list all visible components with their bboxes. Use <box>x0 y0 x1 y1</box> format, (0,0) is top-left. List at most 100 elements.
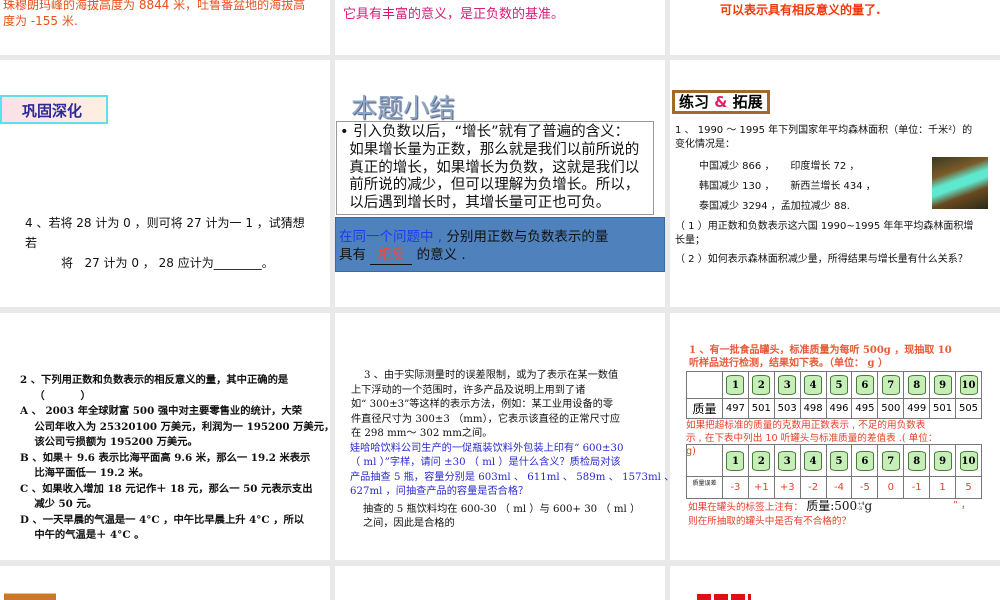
table-cell: -1 <box>903 476 931 499</box>
title-part: 练习 <box>679 93 710 111</box>
table-cell: 1 <box>929 476 957 499</box>
slide-thumbnail-6[interactable]: 练习 & 拓展 1 、 1990 ～ 1995 年下列国家年平均森林面积（单位：… <box>670 60 1000 307</box>
text-line: 产品抽查 5 瓶，容量分别是 603ml 、 611ml 、 589m 、 15… <box>350 471 675 483</box>
answer-blank: 相反 <box>370 246 413 265</box>
text-line: 比海平面低一 19.2 米。 <box>20 467 149 479</box>
slide-thumbnail-10[interactable] <box>0 566 330 600</box>
list-item: 韩国减少 130 ， 新西兰增长 434 ， <box>699 181 876 192</box>
table-cell: 496 <box>825 398 853 419</box>
table-cell: -2 <box>799 476 827 499</box>
slide-thumbnail-3[interactable]: 可以表示具有相反意义的量了. <box>670 0 1000 55</box>
text-line: 1 、 1990 ～ 1995 年下列国家年平均森林面积（单位：千米²）的 <box>675 125 973 136</box>
can-icon: 5 <box>825 371 853 399</box>
can-icon: 8 <box>903 444 931 477</box>
text-span: 具有 <box>339 247 366 263</box>
text-line: C 、如果收入增加 18 元记作＋ 18 元，那么一 50 元表示支出 <box>20 482 313 495</box>
table-cell: -3 <box>722 476 749 499</box>
table-cell: -4 <box>825 476 853 499</box>
table-cell: 505 <box>955 398 982 419</box>
text-line: 则在所抽取的罐头中是否有不合格的？ <box>688 516 852 527</box>
error-table: 1 2 3 4 5 6 7 8 9 10 质量误差 -3 +1 +3 -2 -4 -5 0 -1 1 5 <box>686 444 982 499</box>
table-cell: 5 <box>955 476 982 499</box>
table-cell: +1 <box>747 476 775 499</box>
text-line: （ ） <box>20 389 91 402</box>
title-amp: & <box>714 93 728 111</box>
can-icon: 9 <box>929 444 957 477</box>
title-part: 拓展 <box>732 93 763 111</box>
text-line: 长量； <box>675 235 705 246</box>
can-icon: 3 <box>773 371 801 399</box>
text-line: 之间，因此是合格的 <box>363 518 455 529</box>
text-line: 它具有丰富的意义，是正负数的基准。 <box>343 7 565 22</box>
text-line: 上下浮动的一个范围时，许多产品及说明上用到了诸 <box>351 384 586 396</box>
river-image <box>932 157 988 209</box>
list-item: 中国减少 866 ， 印度增长 72 ， <box>699 161 860 172</box>
can-icon: 5 <box>825 444 853 477</box>
title-bar-shape <box>4 593 56 600</box>
can-icon: 4 <box>799 444 827 477</box>
text-line: 前所说的减少，但可以理解为负增长。所以， <box>340 177 640 194</box>
text-line: 在 298 mm～ 302 mm之间。 <box>351 428 493 439</box>
slide-title: 本题小结 <box>351 94 456 124</box>
text-line: 2 、下列用正数和负数表示的相反意义的量，其中正确的是 <box>20 374 289 386</box>
can-icon: 1 <box>722 371 749 399</box>
mass-table: 1 2 3 4 5 6 7 8 9 10 质量 497 501 503 498 496 495 500 499 50… <box>686 371 982 419</box>
table-cell: 497 <box>722 398 749 419</box>
text-line: 减少 50 元。 <box>20 498 98 510</box>
can-icon: 3 <box>773 444 801 477</box>
text-line: A 、 2003 年全球财富 500 强中对主要零售业的统计，大荣 <box>20 405 303 417</box>
text-line: 度为 -155 米. <box>3 14 78 28</box>
text-line: 珠穆朗玛峰的海拔高度为 8844 米，吐鲁番盆地的海拔高 <box>3 0 306 12</box>
row-header: 质量 <box>686 398 723 419</box>
table-cell: 0 <box>877 476 905 499</box>
formula: 质量:500 <box>806 499 858 513</box>
text-span: 如果在罐头的标签上注有： <box>688 502 804 513</box>
text-line: 变化情况是： <box>675 139 735 150</box>
text-line: 公司年收入为 25320100 万美元，利润为一 195200 万美元， <box>20 420 335 433</box>
can-icon: 6 <box>851 371 879 399</box>
section-title: 练习 & 拓展 <box>672 90 770 114</box>
text-line: 4 、若将 28 计为 0 ，则可将 27 计为一 1 ，试猜想 <box>25 216 305 230</box>
text-line: 娃哈哈饮料公司生产的一促瓶装饮料外包装上印有“ 600±30 <box>350 442 624 454</box>
slide-thumbnail-11[interactable] <box>335 566 665 600</box>
table-cell: 501 <box>747 398 775 419</box>
slide-thumbnail-7[interactable]: 2 、下列用正数和负数表示的相反意义的量，其中正确的是 （ ） A 、 2003… <box>0 313 334 560</box>
text-line: 听样品进行检测，结果如下表。（单位： g ） <box>689 358 888 369</box>
can-icon: 2 <box>747 444 775 477</box>
slide-thumbnail-9[interactable]: 1 、有一批食品罐头，标准质量为每听 500g ，现抽取 10 听样品进行检测，… <box>670 313 1000 560</box>
can-icon: 9 <box>929 371 957 399</box>
text-span: 的意义 . <box>416 247 466 263</box>
slide-thumbnail-8[interactable]: 3 、由于实际测量时的误差限制，或为了表示在某一数值 上下浮动的一个范围时，许多… <box>335 313 674 560</box>
text-line: B 、如果＋ 9.6 表示比海平面高 9.6 米，那么一 19.2 米表示 <box>20 451 311 464</box>
can-icon: 10 <box>955 444 982 477</box>
table-cell: 495 <box>851 398 879 419</box>
can-icon: 1 <box>722 444 749 477</box>
text-line: （ ml ）”字样，请问 ±30 （ ml ）是什么含义？质检局对该 <box>350 457 621 468</box>
text-line: D 、一天早晨的气温是一 4°C ，中午比早晨上升 4°C ，所以 <box>20 513 305 526</box>
table-cell: 499 <box>903 398 931 419</box>
text-line: 件直径尺寸为 300±3 （mm），它表示该直径的正常尺寸应 <box>351 413 621 425</box>
text-line: 该公司亏损额为 195200 万美元。 <box>20 436 198 448</box>
slide-thumbnail-1[interactable]: 珠穆朗玛峰的海拔高度为 8844 米，吐鲁番盆地的海拔高 度为 -155 米. <box>0 0 330 55</box>
text-line: （ 1 ）用正数和负数表示这六国 1990~1995 年年平均森林面积增 <box>675 221 974 232</box>
table-cell: 500 <box>877 398 905 419</box>
slide-thumbnail-12[interactable] <box>670 566 1000 600</box>
text-line: 抽查的 5 瓶饮料均在 600-30 （ ml ）与 600+ 30 （ ml … <box>363 503 641 515</box>
text-span: 分别用正数与负数表示的量 <box>442 229 609 245</box>
slide-thumbnail-5[interactable]: 本题小结 • 引入负数以后，“增长”就有了普遍的含义： 如果增长量为正数，那么就… <box>335 60 665 307</box>
can-icon: 7 <box>877 371 905 399</box>
can-icon: 6 <box>851 444 879 477</box>
list-item: 泰国减少 3294 ，孟加拉减少 88. <box>699 201 850 212</box>
can-icon: 4 <box>799 371 827 399</box>
text-line: 如“ 300±3”等这样的表示方法，例如：某工业用设备的零 <box>351 399 614 410</box>
tolerance-lower: -3 <box>857 505 863 512</box>
text-line: 1 、有一批食品罐头，标准质量为每听 500g ，现抽取 10 <box>689 345 952 356</box>
conclusion-box: 在同一个问题中 , 分别用正数与负数表示的量 具有 相反 的意义 . <box>335 217 665 272</box>
slide-thumbnail-2[interactable]: 它具有丰富的意义，是正负数的基准。 <box>335 0 665 55</box>
table-cell: 503 <box>773 398 801 419</box>
unit: g <box>864 499 873 513</box>
slide-thumbnail-4[interactable]: 巩固深化 4 、若将 28 计为 0 ，则可将 27 计为一 1 ，试猜想 若 … <box>0 60 330 307</box>
can-icon: 10 <box>955 371 982 399</box>
question-text: 2 、下列用正数和负数表示的相反意义的量，其中正确的是 （ ） A 、 2003… <box>20 373 334 544</box>
text-line: 将 27 计为 0 ， 28 应计为________。 <box>61 256 274 270</box>
